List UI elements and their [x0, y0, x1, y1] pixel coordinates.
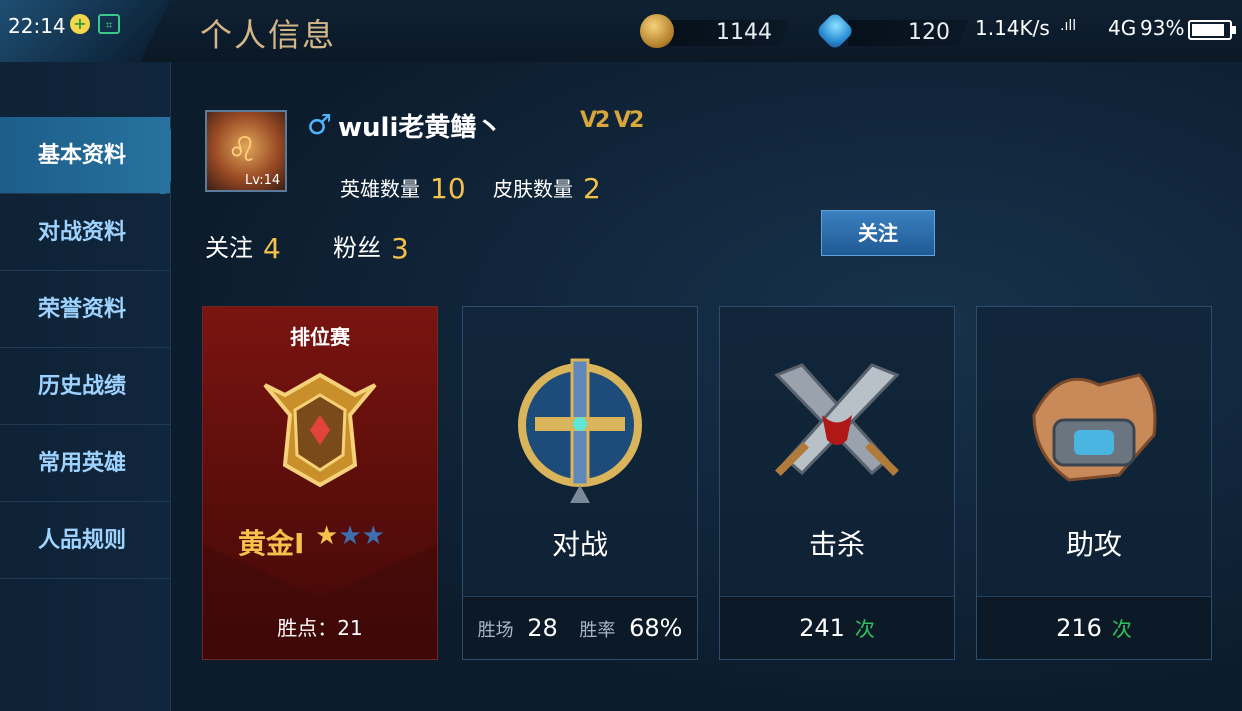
fans-stat[interactable]: 粉丝 3 — [333, 228, 409, 265]
top-bar: 22:14 + ⌗ 个人信息 1144 120 1.14K/s .ıll 4G … — [0, 0, 1242, 63]
sidebar-item-honor-info[interactable]: 荣誉资料 — [0, 271, 170, 348]
rank-stars: ★★★ — [315, 521, 385, 551]
username: wuli老黄鳝丶 — [338, 113, 503, 143]
assists-label: 助攻 — [1065, 528, 1122, 561]
following-count: 4 — [263, 232, 281, 265]
star-empty-icon: ★ — [338, 521, 362, 551]
hero-count-value: 10 — [430, 172, 466, 205]
kills-label: 击杀 — [808, 528, 865, 561]
page-title: 个人信息 — [200, 16, 337, 54]
diamond-amount: 120 — [848, 20, 968, 46]
notification-icon: + — [70, 14, 90, 34]
network-speed: 1.14K/s — [975, 16, 1050, 40]
wins-label: 胜场 — [477, 620, 514, 641]
assists-stats: 216 次 — [977, 596, 1211, 659]
status-time: 22:14 — [8, 14, 66, 38]
skin-count-value: 2 — [583, 172, 601, 205]
gold-coin-icon — [640, 14, 674, 48]
sidebar-item-battle-info[interactable]: 对战资料 — [0, 194, 170, 271]
following-label: 关注 — [205, 234, 253, 262]
following-stat[interactable]: 关注 4 — [205, 228, 281, 265]
sidebar: 基本资料 对战资料 荣誉资料 历史战绩 常用英雄 人品规则 — [0, 62, 171, 711]
battle-card[interactable]: 对战 胜场 28 胜率 68% — [462, 306, 698, 660]
sidebar-item-basic-info[interactable]: 基本资料 — [0, 117, 170, 194]
gold-rank-emblem-icon — [263, 372, 377, 488]
skin-count-label: 皮肤数量 — [493, 177, 573, 201]
star-empty-icon: ★ — [361, 521, 385, 551]
kills-value: 241 — [799, 614, 845, 642]
sword-shield-icon — [518, 358, 642, 503]
rank-title: 排位赛 — [290, 325, 350, 349]
follow-button[interactable]: 关注 — [821, 210, 935, 256]
crossed-swords-icon — [774, 363, 900, 476]
battery-percent: 93% — [1140, 16, 1185, 40]
hero-count-label: 英雄数量 — [340, 177, 420, 201]
screenshot-icon: ⌗ — [98, 14, 120, 34]
assists-unit: 次 — [1111, 617, 1132, 641]
rank-tier: 黄金I — [238, 527, 305, 560]
kills-card[interactable]: 击杀 241 次 — [719, 306, 955, 660]
hero-count: 英雄数量 10 — [340, 172, 466, 205]
network-type: 4G — [1108, 16, 1137, 40]
win-rate-value: 68% — [629, 614, 683, 642]
handshake-icon — [1032, 373, 1157, 482]
battle-label: 对战 — [551, 528, 608, 561]
sidebar-item-common-heroes[interactable]: 常用英雄 — [0, 425, 170, 502]
sidebar-item-history[interactable]: 历史战绩 — [0, 348, 170, 425]
vip-badges-icon[interactable]: V2 V2 — [580, 108, 644, 133]
male-icon: ♂ — [307, 108, 333, 141]
battery-fill — [1192, 24, 1224, 36]
rank-card[interactable]: 排位赛 黄金I ★★★ 胜点：21 — [202, 306, 438, 660]
star-filled-icon: ★ — [315, 521, 339, 551]
hero-portrait-icon: ♌ — [227, 130, 258, 170]
rank-points: 胜点：21 — [277, 616, 363, 640]
fans-label: 粉丝 — [333, 234, 381, 262]
gold-amount: 1144 — [670, 20, 790, 46]
assists-value: 216 — [1056, 614, 1102, 642]
skin-count: 皮肤数量 2 — [493, 172, 601, 205]
sidebar-item-character-rules[interactable]: 人品规则 — [0, 502, 170, 579]
battery-icon — [1188, 20, 1236, 40]
wins-value: 28 — [527, 614, 558, 642]
signal-icon: .ıll — [1060, 18, 1077, 34]
avatar[interactable]: ♌ Lv:14 — [205, 110, 287, 192]
kills-stats: 241 次 — [720, 596, 954, 659]
assists-card[interactable]: 助攻 216 次 — [976, 306, 1212, 660]
win-rate-label: 胜率 — [579, 620, 616, 641]
battle-stats: 胜场 28 胜率 68% — [463, 596, 697, 659]
kills-unit: 次 — [854, 617, 875, 641]
player-level: Lv:14 — [245, 173, 281, 188]
fans-count: 3 — [391, 232, 409, 265]
